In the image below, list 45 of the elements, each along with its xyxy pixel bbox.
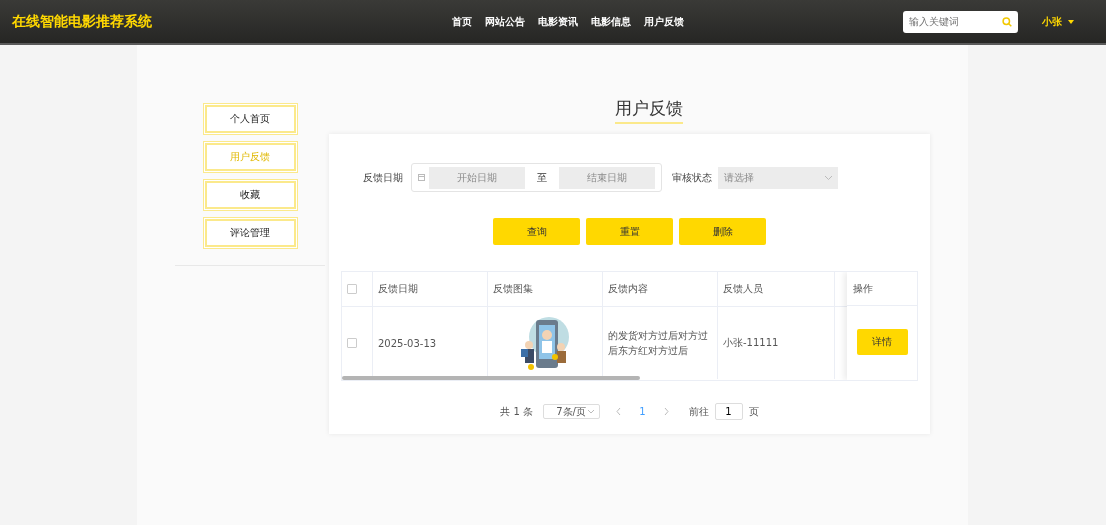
- goto-label: 前往: [688, 404, 709, 419]
- search-field[interactable]: 输入关键词: [903, 10, 1018, 33]
- column-header: 反馈图集: [488, 272, 603, 306]
- sidebar-item[interactable]: 评论管理: [204, 219, 296, 247]
- range-separator: 至: [537, 170, 547, 185]
- checkbox[interactable]: [347, 338, 357, 348]
- caret-icon: [1068, 19, 1074, 24]
- prev-page-icon[interactable]: [616, 408, 622, 415]
- page-input[interactable]: 1: [714, 403, 743, 420]
- status-select[interactable]: 请选择: [718, 166, 838, 189]
- details-button[interactable]: 详情: [856, 329, 908, 355]
- action-button[interactable]: 查询: [493, 218, 580, 245]
- chevron-icon: [588, 409, 595, 414]
- page-title: 用户反馈: [614, 97, 683, 124]
- date-range-picker[interactable]: 开始日期 至 结束日期: [411, 163, 662, 192]
- site-title: 在线智能电影推荐系统: [12, 12, 153, 31]
- column-header: 反馈内容: [603, 272, 718, 306]
- chevron-icon: [825, 175, 832, 180]
- total-count: 共 1 条: [500, 404, 534, 419]
- page-unit-label: 页: [748, 404, 759, 419]
- action-button[interactable]: 重置: [586, 218, 673, 245]
- next-page-icon[interactable]: [663, 408, 669, 415]
- checkbox[interactable]: [347, 284, 357, 294]
- page-size-select[interactable]: 7条/页: [543, 404, 601, 419]
- start-date-input: 开始日期: [429, 166, 525, 189]
- nav-link[interactable]: 用户反馈: [644, 14, 684, 29]
- user-menu[interactable]: 小张: [1042, 14, 1074, 29]
- search-icon[interactable]: [1002, 16, 1012, 27]
- filter-label: 反馈日期: [363, 170, 403, 185]
- filter-label: 审核状态: [672, 170, 712, 185]
- scrollbar-thumb[interactable]: [342, 376, 640, 380]
- nav-link[interactable]: 首页: [452, 14, 472, 29]
- calendar-icon: [418, 174, 425, 181]
- status-input[interactable]: 请选择: [724, 172, 825, 183]
- nav-link[interactable]: 网站公告: [485, 14, 525, 29]
- action-button[interactable]: 删除: [679, 218, 766, 245]
- column-header: 反馈日期: [373, 272, 488, 306]
- nav-link[interactable]: 电影资讯: [538, 14, 578, 29]
- column-header: 操作: [847, 272, 917, 306]
- table-cell: 小张-11111: [718, 307, 835, 379]
- column-header: 反馈人员: [718, 272, 835, 306]
- sidebar-item[interactable]: 收藏: [204, 181, 296, 209]
- nav-link[interactable]: 电影信息: [591, 14, 631, 29]
- end-date-input: 结束日期: [559, 166, 655, 189]
- sidebar-item[interactable]: 个人首页: [204, 105, 296, 133]
